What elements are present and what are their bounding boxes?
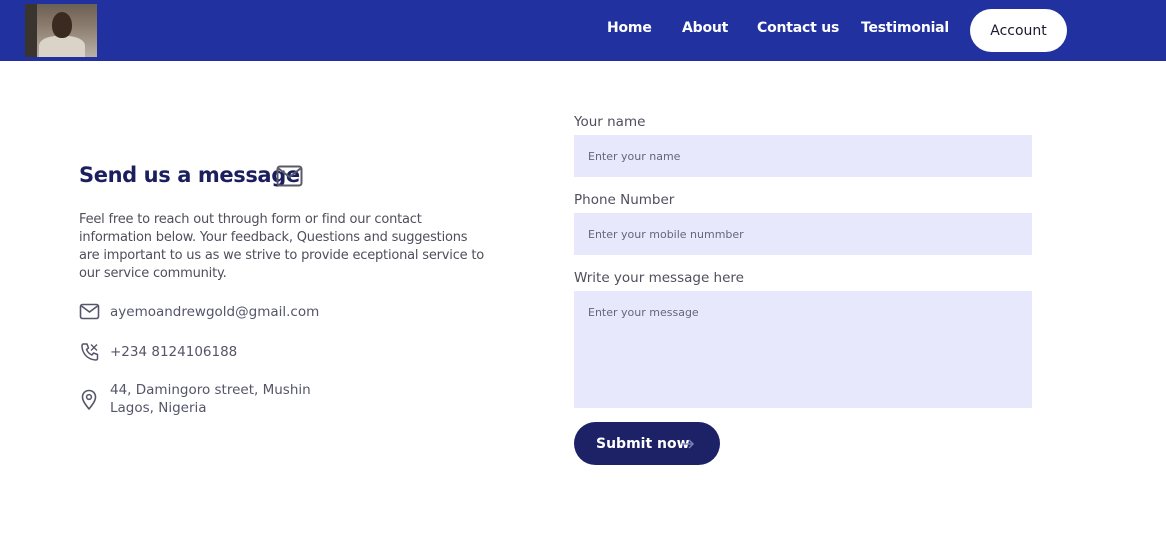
nav-link-testimonial[interactable]: Testimonial (861, 20, 949, 36)
arrow-right-icon (682, 439, 695, 449)
message-textarea[interactable] (574, 291, 1032, 408)
logo-figure-head (52, 12, 72, 38)
profile-photo-logo[interactable] (25, 4, 97, 57)
name-field-label: Your name (574, 114, 646, 130)
phone-field-label: Phone Number (574, 192, 675, 208)
contact-address-line-1: 44, Damingoro street, Mushin (110, 382, 311, 398)
nav-link-about[interactable]: About (682, 20, 728, 36)
phone-icon (81, 343, 99, 361)
contact-phone[interactable]: +234 8124106188 (110, 343, 237, 361)
map-pin-icon (81, 389, 97, 410)
logo-background (25, 4, 37, 57)
email-envelope-icon (79, 303, 100, 320)
logo-figure-body (39, 36, 85, 57)
message-field-label: Write your message here (574, 270, 744, 286)
contact-address-line-2: Lagos, Nigeria (110, 400, 207, 416)
submit-button[interactable]: Submit now (574, 422, 720, 465)
contact-email[interactable]: ayemoandrewgold@gmail.com (110, 303, 319, 321)
nav-link-home[interactable]: Home (607, 20, 652, 36)
contact-heading: Send us a message (79, 163, 300, 187)
phone-input[interactable] (574, 213, 1032, 255)
name-input[interactable] (574, 135, 1032, 177)
contact-intro-text: Feel free to reach out through form or f… (79, 212, 485, 281)
account-button[interactable]: Account (970, 9, 1067, 52)
top-navbar: Home About Contact us Testimonial Accoun… (0, 0, 1166, 61)
envelope-icon (276, 165, 303, 187)
nav-link-contact-us[interactable]: Contact us (757, 20, 839, 36)
